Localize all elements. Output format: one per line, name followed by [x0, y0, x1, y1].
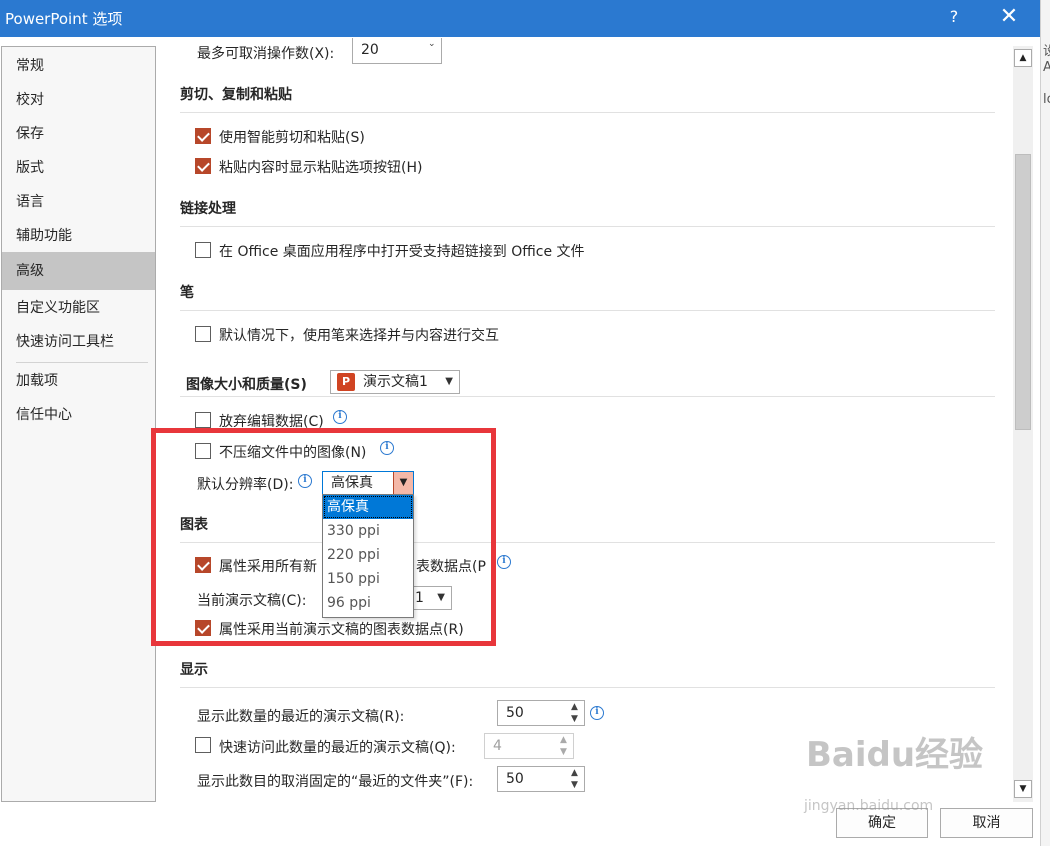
bg-text-3: lo [1043, 92, 1050, 107]
options-sidebar: 常规 校对 保存 版式 语言 辅助功能 高级 自定义功能区 快速访问工具栏 加载… [1, 46, 156, 802]
use-pen-label[interactable]: 默认情况下，使用笔来选择并与内容进行交互 [219, 325, 499, 345]
section-divider [180, 687, 995, 688]
cancel-button[interactable]: 取消 [940, 808, 1033, 838]
discard-edit-data-label[interactable]: 放弃编辑数据(C) [219, 411, 324, 431]
info-icon[interactable]: i [333, 410, 347, 424]
scroll-up-icon[interactable]: ▲ [1014, 49, 1032, 67]
powerpoint-icon: P [337, 373, 355, 391]
scrollbar-thumb[interactable] [1015, 154, 1031, 430]
resolution-option[interactable]: 150 ppi [323, 567, 413, 591]
resolution-option[interactable]: 330 ppi [323, 519, 413, 543]
info-icon[interactable]: i [497, 555, 511, 569]
default-resolution-value: 高保真 [331, 475, 373, 491]
chart-current-props-checkbox[interactable] [195, 620, 211, 636]
section-title-cut-copy-paste: 剪切、复制和粘贴 [180, 87, 292, 103]
sidebar-item-save[interactable]: 保存 [2, 117, 155, 151]
quick-access-recent-value: 4 [493, 738, 502, 754]
sidebar-item-advanced[interactable]: 高级 [2, 252, 155, 290]
sidebar-item-customize-ribbon[interactable]: 自定义功能区 [2, 291, 155, 325]
vertical-scrollbar[interactable]: ▲ ▼ [1013, 46, 1033, 802]
sidebar-item-accessibility[interactable]: 辅助功能 [2, 219, 155, 253]
default-resolution-label: 默认分辨率(D): [197, 477, 294, 493]
chart-current-doc-label: 当前演示文稿(C): [197, 593, 307, 609]
spinner-arrows-icon[interactable]: ⌄ [428, 38, 438, 50]
smart-cut-label[interactable]: 使用智能剪切和粘贴(S) [219, 127, 365, 147]
discard-edit-data-checkbox[interactable] [195, 412, 211, 428]
unpinned-folders-spinner[interactable]: 50 ▲ ▼ [497, 766, 585, 792]
section-divider [180, 112, 995, 113]
window-title: PowerPoint 选项 [5, 10, 123, 28]
section-title-image-quality: 图像大小和质量(S) [186, 377, 307, 393]
scroll-down-icon[interactable]: ▼ [1014, 780, 1032, 798]
baidu-watermark-url: jingyan.baidu.com [804, 798, 934, 814]
default-resolution-select[interactable]: 高保真 ▼ [322, 471, 414, 495]
baidu-watermark-logo: Baidu经验 [806, 735, 984, 775]
unpinned-folders-label: 显示此数目的取消固定的“最近的文件夹”(F): [197, 774, 474, 790]
spinner-arrows-icon[interactable]: ▲ ▼ [571, 767, 581, 791]
close-button[interactable]: ✕ [998, 4, 1020, 29]
section-divider [180, 226, 995, 227]
info-icon[interactable]: i [590, 706, 604, 720]
sidebar-item-language[interactable]: 语言 [2, 185, 155, 219]
sidebar-item-addins[interactable]: 加载项 [2, 364, 155, 398]
chart-current-doc-value: 1 [415, 590, 424, 606]
section-title-display: 显示 [180, 662, 208, 678]
use-pen-checkbox[interactable] [195, 326, 211, 342]
section-divider [180, 310, 995, 311]
section-divider [180, 542, 995, 543]
image-quality-document-select[interactable]: P 演示文稿1 ▼ [330, 370, 460, 394]
resolution-option[interactable]: 高保真 [323, 495, 413, 519]
chart-current-props-label[interactable]: 属性采用当前演示文稿的图表数据点(R) [219, 619, 464, 639]
section-title-chart: 图表 [180, 517, 208, 533]
undo-count-value: 20 [361, 42, 379, 58]
sidebar-item-proofing[interactable]: 校对 [2, 83, 155, 117]
unpinned-folders-value: 50 [506, 771, 524, 787]
section-title-pen: 笔 [180, 285, 194, 301]
quick-access-recent-label[interactable]: 快速访问此数量的最近的演示文稿(Q): [219, 737, 456, 757]
section-title-link-handling: 链接处理 [180, 201, 236, 217]
info-icon[interactable]: i [298, 474, 312, 488]
sidebar-item-layout[interactable]: 版式 [2, 151, 155, 185]
chart-all-new-label-end[interactable]: 表数据点(P [416, 556, 486, 576]
bg-text-1: 设 [1043, 40, 1050, 59]
spinner-arrows-icon[interactable]: ▲ ▼ [560, 734, 570, 758]
sidebar-item-quick-access-toolbar[interactable]: 快速访问工具栏 [2, 325, 155, 359]
no-compress-checkbox[interactable] [195, 443, 211, 459]
chevron-down-icon[interactable]: ▼ [393, 472, 413, 494]
smart-cut-checkbox[interactable] [195, 128, 211, 144]
recent-count-value: 50 [506, 705, 524, 721]
undo-count-spinner[interactable]: 20 ⌄ [352, 38, 442, 64]
recent-count-label: 显示此数量的最近的演示文稿(R): [197, 709, 405, 725]
image-quality-document-value: 演示文稿1 [363, 374, 428, 390]
bg-text-2: A [1043, 60, 1050, 75]
quick-access-recent-checkbox[interactable] [195, 737, 211, 753]
open-links-label[interactable]: 在 Office 桌面应用程序中打开受支持超链接到 Office 文件 [219, 241, 585, 261]
sidebar-item-general[interactable]: 常规 [2, 49, 155, 83]
info-icon[interactable]: i [380, 441, 394, 455]
paste-options-label[interactable]: 粘贴内容时显示粘贴选项按钮(H) [219, 157, 422, 177]
spinner-arrows-icon[interactable]: ▲ ▼ [571, 701, 581, 725]
section-divider [180, 396, 995, 397]
no-compress-label[interactable]: 不压缩文件中的图像(N) [219, 442, 366, 462]
chevron-down-icon: ▼ [445, 376, 453, 387]
resolution-option[interactable]: 96 ppi [323, 591, 413, 615]
chart-all-new-checkbox[interactable] [195, 557, 211, 573]
chart-all-new-label-start[interactable]: 属性采用所有新 [219, 556, 317, 576]
help-button[interactable]: ? [946, 7, 962, 26]
quick-access-recent-spinner[interactable]: 4 ▲ ▼ [484, 733, 574, 759]
recent-count-spinner[interactable]: 50 ▲ ▼ [497, 700, 585, 726]
sidebar-divider [16, 362, 148, 363]
resolution-option[interactable]: 220 ppi [323, 543, 413, 567]
title-bar: PowerPoint 选项 ? ✕ [0, 0, 1040, 37]
background-window-strip: 设 A lo [1040, 0, 1050, 846]
sidebar-item-trust-center[interactable]: 信任中心 [2, 398, 155, 432]
resolution-dropdown-list[interactable]: 高保真 330 ppi 220 ppi 150 ppi 96 ppi [322, 494, 414, 618]
open-links-checkbox[interactable] [195, 242, 211, 258]
chevron-down-icon: ▼ [437, 592, 445, 603]
undo-label: 最多可取消操作数(X): [197, 46, 335, 62]
paste-options-checkbox[interactable] [195, 158, 211, 174]
